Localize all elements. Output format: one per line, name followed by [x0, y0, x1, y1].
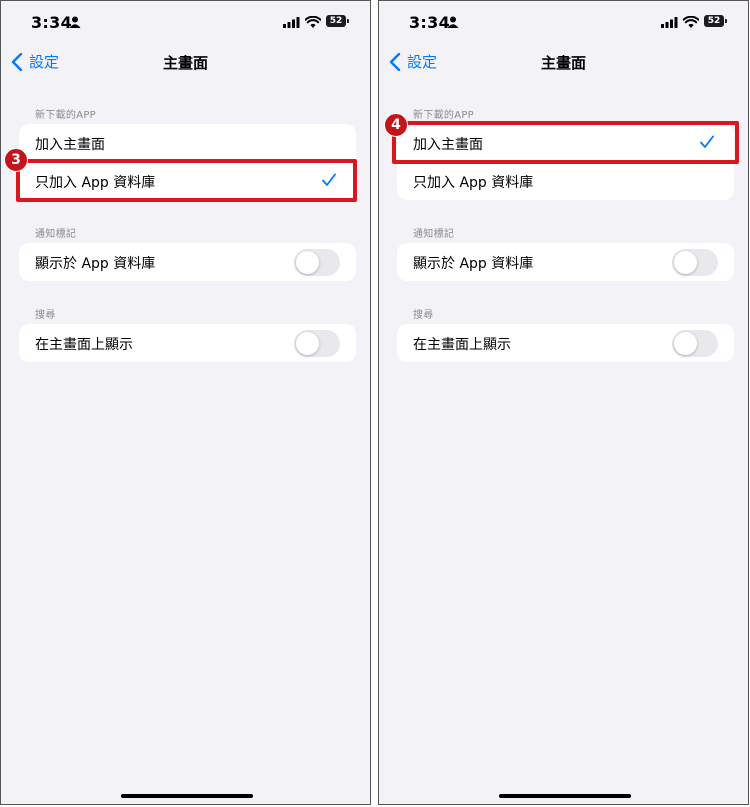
show-in-app-library-toggle[interactable]	[294, 249, 340, 276]
option-label: 加入主畫面	[413, 137, 483, 153]
toggle-knob	[296, 251, 319, 274]
battery-icon: 52	[704, 15, 727, 27]
wifi-icon	[683, 16, 699, 28]
option-app-library-only[interactable]: 只加入 App 資料庫	[19, 162, 356, 200]
signal-icon	[661, 17, 678, 28]
person-icon	[69, 16, 81, 28]
section-header-search: 搜尋	[413, 310, 434, 321]
show-on-home-screen-toggle[interactable]	[294, 330, 340, 357]
home-indicator	[499, 794, 631, 798]
checkmark-icon	[322, 173, 336, 186]
section-header-search: 搜尋	[35, 310, 56, 321]
badges-group: 顯示於 App 資料庫	[397, 243, 734, 281]
toggle-knob	[674, 332, 697, 355]
option-label: 只加入 App 資料庫	[413, 175, 534, 191]
search-group: 在主畫面上顯示	[19, 324, 356, 362]
home-indicator	[121, 794, 253, 798]
section-header-badges: 通知標記	[413, 229, 455, 240]
badges-group: 顯示於 App 資料庫	[19, 243, 356, 281]
show-in-app-library-row: 顯示於 App 資料庫	[19, 243, 356, 281]
status-bar: 3:34 52	[379, 11, 748, 35]
show-on-home-screen-toggle[interactable]	[672, 330, 718, 357]
toggle-label: 在主畫面上顯示	[413, 337, 511, 353]
show-in-app-library-row: 顯示於 App 資料庫	[397, 243, 734, 281]
step-badge: 4	[384, 113, 408, 137]
page-title: 主畫面	[162, 54, 208, 72]
phone-screen-left: 3:34 52 設定 主畫面 新下載的APP 加入主畫面 只加入 App 資料庫…	[0, 0, 371, 805]
status-time: 3:34	[31, 13, 72, 32]
new-apps-group: 加入主畫面 只加入 App 資料庫	[19, 124, 356, 200]
step-badge: 3	[4, 148, 28, 172]
show-in-app-library-toggle[interactable]	[672, 249, 718, 276]
option-add-to-home[interactable]: 加入主畫面	[19, 124, 356, 162]
status-time: 3:34	[409, 13, 450, 32]
show-on-home-screen-row: 在主畫面上顯示	[397, 324, 734, 362]
toggle-label: 顯示於 App 資料庫	[413, 256, 534, 272]
person-icon	[447, 16, 459, 28]
search-group: 在主畫面上顯示	[397, 324, 734, 362]
navigation-bar: 設定 主畫面	[1, 49, 370, 75]
section-header-new-apps: 新下載的APP	[413, 110, 475, 121]
option-label: 加入主畫面	[35, 137, 105, 153]
phone-screen-right: 3:34 52 設定 主畫面 新下載的APP 加入主畫面 只加入 App 資料庫…	[378, 0, 749, 805]
wifi-icon	[305, 16, 321, 28]
signal-icon	[283, 17, 300, 28]
option-label: 只加入 App 資料庫	[35, 175, 156, 191]
section-header-new-apps: 新下載的APP	[35, 110, 97, 121]
toggle-label: 顯示於 App 資料庫	[35, 256, 156, 272]
checkmark-icon	[700, 135, 714, 148]
show-on-home-screen-row: 在主畫面上顯示	[19, 324, 356, 362]
navigation-bar: 設定 主畫面	[379, 49, 748, 75]
battery-icon: 52	[326, 15, 349, 27]
option-add-to-home[interactable]: 加入主畫面	[397, 124, 734, 162]
page-title: 主畫面	[540, 54, 586, 72]
toggle-knob	[674, 251, 697, 274]
toggle-label: 在主畫面上顯示	[35, 337, 133, 353]
status-bar: 3:34 52	[1, 11, 370, 35]
toggle-knob	[296, 332, 319, 355]
new-apps-group: 加入主畫面 只加入 App 資料庫	[397, 124, 734, 200]
option-app-library-only[interactable]: 只加入 App 資料庫	[397, 162, 734, 200]
section-header-badges: 通知標記	[35, 229, 77, 240]
